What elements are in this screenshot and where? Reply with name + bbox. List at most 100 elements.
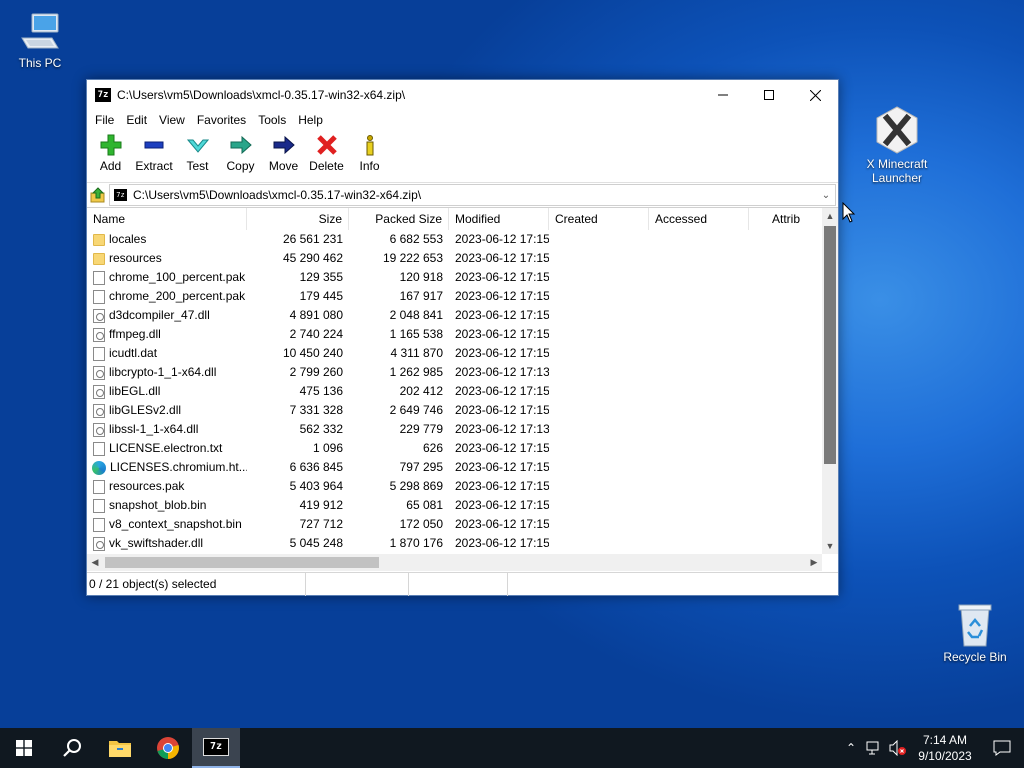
table-row[interactable]: vk_swiftshader.dll 5 045 248 1 870 176 2023… [87, 534, 838, 553]
file-name: snapshot_blob.bin [109, 498, 207, 512]
cell-name: libGLESv2.dll [87, 401, 247, 420]
table-row[interactable]: v8_context_snapshot.bin 727 712 172 050 202… [87, 515, 838, 534]
desktop-icon-recycle-bin[interactable]: Recycle Bin [935, 602, 1015, 664]
table-row[interactable]: resources.pak 5 403 964 5 298 869 2023-06-1… [87, 477, 838, 496]
scroll-left-icon[interactable]: ◀ [87, 554, 103, 571]
table-row[interactable]: snapshot_blob.bin 419 912 65 081 2023-06-12… [87, 496, 838, 515]
cell-size: 129 355 [299, 270, 343, 284]
address-text: C:\Users\vm5\Downloads\xmcl-0.35.17-win3… [133, 188, 422, 202]
toolbar: Add Extract Test Copy Move Delete Info [87, 130, 838, 183]
maximize-icon [764, 90, 774, 100]
clock[interactable]: 7:14 AM 9/10/2023 [910, 732, 980, 764]
scroll-down-icon[interactable]: ▼ [822, 538, 838, 554]
cell-packed-size: 167 917 [399, 289, 443, 303]
table-row[interactable]: icudtl.dat 10 450 240 4 311 870 2023-06-12 … [87, 344, 838, 363]
menu-favorites[interactable]: Favorites [191, 113, 252, 127]
menu-view[interactable]: View [153, 113, 191, 127]
add-button[interactable]: Add [89, 130, 132, 173]
table-row[interactable]: libGLESv2.dll 7 331 328 2 649 746 2023-06-1… [87, 401, 838, 420]
table-row[interactable]: d3dcompiler_47.dll 4 891 080 2 048 841 2023… [87, 306, 838, 325]
scroll-up-icon[interactable]: ▲ [822, 208, 838, 224]
taskbar-file-explorer[interactable] [96, 728, 144, 768]
cell-size: 179 445 [299, 289, 343, 303]
column-attrib[interactable]: Attrib [749, 208, 806, 230]
copy-arrow-icon [230, 135, 252, 155]
column-size[interactable]: Size [247, 208, 349, 230]
cell-created [549, 325, 649, 344]
start-button[interactable] [0, 728, 48, 768]
cell-size: 475 136 [299, 384, 343, 398]
network-button[interactable] [862, 741, 886, 755]
tray-overflow-button[interactable]: ⌃ [840, 741, 862, 755]
desktop-icon-this-pc[interactable]: This PC [0, 10, 80, 70]
menu-tools[interactable]: Tools [252, 113, 292, 127]
dll-file-icon [93, 384, 105, 399]
table-row[interactable]: libssl-1_1-x64.dll 562 332 229 779 2023-06-… [87, 420, 838, 439]
column-modified[interactable]: Modified [449, 208, 549, 230]
table-row[interactable]: chrome_200_percent.pak 179 445 167 917 2023… [87, 287, 838, 306]
desktop-icon-label: X Minecraft [866, 157, 928, 171]
table-row[interactable]: libEGL.dll 475 136 202 412 2023-06-12 17:15 [87, 382, 838, 401]
address-field[interactable]: 7z C:\Users\vm5\Downloads\xmcl-0.35.17-w… [109, 184, 836, 206]
close-button[interactable] [792, 80, 838, 110]
move-button[interactable]: Move [262, 130, 305, 173]
cell-modified: 2023-06-12 17:13 [455, 365, 549, 379]
table-row[interactable]: LICENSE.electron.txt 1 096 626 2023-06-12 1… [87, 439, 838, 458]
table-row[interactable]: resources 45 290 462 19 222 653 2023-06-12 … [87, 249, 838, 268]
cell-created [549, 458, 649, 477]
delete-button[interactable]: Delete [305, 130, 348, 173]
chevron-down-icon[interactable]: ⌄ [817, 190, 835, 201]
plus-icon [100, 134, 121, 156]
table-row[interactable]: libcrypto-1_1-x64.dll 2 799 260 1 262 985 2… [87, 363, 838, 382]
search-button[interactable] [48, 728, 96, 768]
cell-size: 10 450 240 [282, 346, 343, 360]
maximize-button[interactable] [746, 80, 792, 110]
mouse-cursor-icon [842, 202, 856, 223]
vertical-scrollbar[interactable]: ▲ ▼ [822, 208, 838, 554]
title-bar[interactable]: 7z C:\Users\vm5\Downloads\xmcl-0.35.17-w… [87, 80, 838, 110]
notifications-button[interactable] [980, 740, 1024, 756]
taskbar-chrome[interactable] [144, 728, 192, 768]
desktop-icon-xmcl[interactable]: X Minecraft Launcher [857, 105, 937, 185]
cell-size: 5 403 964 [289, 479, 343, 493]
test-button[interactable]: Test [176, 130, 219, 173]
column-name[interactable]: Name [87, 208, 247, 230]
file-name: locales [109, 232, 147, 246]
file-name: LICENSES.chromium.ht... [110, 460, 247, 474]
folder-up-button[interactable] [87, 187, 109, 203]
copy-button[interactable]: Copy [219, 130, 262, 173]
vertical-scroll-thumb[interactable] [824, 226, 836, 464]
extract-button[interactable]: Extract [132, 130, 176, 173]
file-name: libssl-1_1-x64.dll [109, 422, 199, 436]
cell-modified: 2023-06-12 17:15 [455, 270, 549, 284]
volume-button[interactable] [886, 740, 910, 756]
table-row[interactable]: chrome_100_percent.pak 129 355 120 918 2023… [87, 268, 838, 287]
check-icon [186, 139, 209, 153]
table-row[interactable]: LICENSES.chromium.ht... 6 636 845 797 295 2… [87, 458, 838, 477]
recycle-bin-icon [958, 604, 992, 647]
taskbar-7zip[interactable]: 7z [192, 728, 240, 768]
cell-name: resources [87, 249, 247, 268]
column-packed-size[interactable]: Packed Size [349, 208, 449, 230]
menu-edit[interactable]: Edit [120, 113, 153, 127]
minimize-button[interactable] [700, 80, 746, 110]
cell-packed-size: 1 165 538 [389, 327, 443, 341]
column-created[interactable]: Created [549, 208, 649, 230]
info-button[interactable]: Info [348, 130, 391, 173]
cell-modified: 2023-06-12 17:15 [455, 251, 549, 265]
file-name: LICENSE.electron.txt [109, 441, 223, 455]
table-row[interactable]: locales 26 561 231 6 682 553 2023-06-12 17:… [87, 230, 838, 249]
network-icon [866, 741, 879, 755]
horizontal-scroll-thumb[interactable] [105, 557, 379, 568]
scroll-right-icon[interactable]: ▶ [806, 554, 822, 571]
desktop-icon-label: This PC [18, 56, 62, 70]
menu-help[interactable]: Help [292, 113, 329, 127]
horizontal-scrollbar[interactable]: ◀ ▶ [87, 554, 822, 571]
menu-file[interactable]: File [89, 113, 120, 127]
cell-modified: 2023-06-12 17:15 [455, 479, 549, 493]
address-bar: 7z C:\Users\vm5\Downloads\xmcl-0.35.17-w… [87, 183, 838, 208]
column-accessed[interactable]: Accessed [649, 208, 749, 230]
table-row[interactable]: ffmpeg.dll 2 740 224 1 165 538 2023-06-12 1… [87, 325, 838, 344]
add-label: Add [99, 159, 122, 173]
edge-html-icon [92, 460, 106, 475]
